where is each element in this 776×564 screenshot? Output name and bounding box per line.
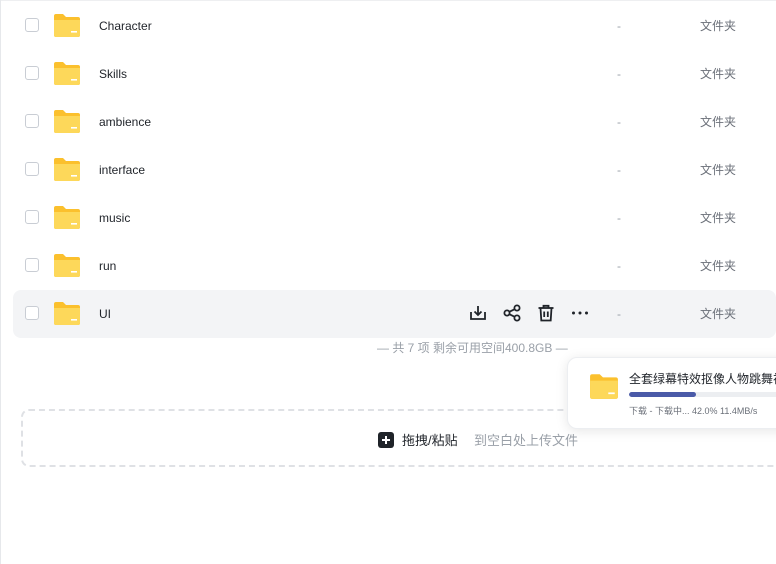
- folder-icon: [54, 254, 80, 277]
- folder-icon: [590, 374, 618, 399]
- file-type: 文件夹: [700, 67, 737, 81]
- file-row[interactable]: run - 文件夹: [13, 242, 776, 290]
- file-size: -: [617, 163, 621, 177]
- folder-icon: [54, 158, 80, 181]
- file-type: 文件夹: [700, 211, 737, 225]
- folder-icon: [54, 110, 80, 133]
- left-border: [0, 0, 1, 564]
- file-row-hovered[interactable]: UI - 文件夹: [13, 290, 776, 338]
- file-row[interactable]: interface - 文件夹: [13, 146, 776, 194]
- row-checkbox[interactable]: [25, 114, 39, 128]
- progress-bar: [629, 392, 776, 397]
- file-name[interactable]: music: [99, 210, 130, 226]
- file-row[interactable]: Character - 文件夹: [13, 2, 776, 50]
- file-size: -: [617, 259, 621, 273]
- row-checkbox[interactable]: [25, 210, 39, 224]
- folder-icon: [54, 14, 80, 37]
- file-name[interactable]: interface: [99, 162, 145, 178]
- file-name[interactable]: ambience: [99, 114, 151, 130]
- progress-fill: [629, 392, 697, 397]
- download-icon[interactable]: [467, 302, 489, 324]
- file-size: -: [617, 115, 621, 129]
- file-type: 文件夹: [700, 259, 737, 273]
- file-size: -: [617, 67, 621, 81]
- row-checkbox[interactable]: [25, 306, 39, 320]
- download-task-card[interactable]: 全套绿幕特效抠像人物跳舞视频 下载 - 下载中... 42.0% 11.4MB/…: [567, 357, 776, 429]
- file-type: 文件夹: [700, 19, 737, 33]
- row-checkbox[interactable]: [25, 258, 39, 272]
- file-row[interactable]: Skills - 文件夹: [13, 50, 776, 98]
- top-border: [0, 0, 776, 1]
- folder-icon: [54, 206, 80, 229]
- row-checkbox[interactable]: [25, 162, 39, 176]
- row-checkbox[interactable]: [25, 66, 39, 80]
- folder-icon: [54, 302, 80, 325]
- file-row[interactable]: ambience - 文件夹: [13, 98, 776, 146]
- file-name[interactable]: Character: [99, 18, 152, 34]
- task-status: 下载 - 下载中... 42.0% 11.4MB/s: [629, 406, 758, 416]
- file-type: 文件夹: [700, 163, 737, 177]
- upload-primary-label: 拖拽/粘贴: [402, 433, 458, 448]
- file-name[interactable]: Skills: [99, 66, 127, 82]
- file-name[interactable]: run: [99, 258, 116, 274]
- row-checkbox[interactable]: [25, 18, 39, 32]
- file-list: Character - 文件夹 Skills - 文件夹 ambience - …: [13, 2, 776, 338]
- storage-summary: — 共 7 项 剩余可用空间400.8GB —: [377, 341, 568, 355]
- plus-icon: [378, 432, 394, 448]
- task-title: 全套绿幕特效抠像人物跳舞视频: [629, 372, 776, 386]
- file-size: -: [617, 307, 621, 321]
- delete-icon[interactable]: [535, 302, 557, 324]
- file-name[interactable]: UI: [99, 306, 111, 322]
- folder-icon: [54, 62, 80, 85]
- file-type: 文件夹: [700, 115, 737, 129]
- file-type: 文件夹: [700, 307, 737, 321]
- share-icon[interactable]: [501, 302, 523, 324]
- file-size: -: [617, 19, 621, 33]
- more-icon[interactable]: [569, 302, 591, 324]
- upload-secondary-label: 到空白处上传文件: [474, 433, 579, 448]
- file-size: -: [617, 211, 621, 225]
- file-row[interactable]: music - 文件夹: [13, 194, 776, 242]
